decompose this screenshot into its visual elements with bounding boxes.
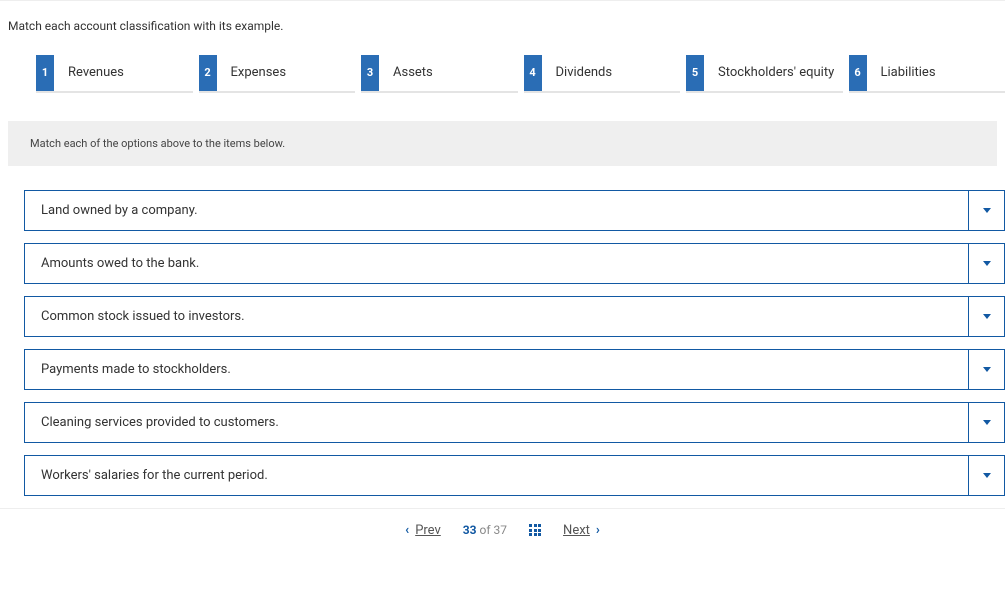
prev-button[interactable]: ‹ Prev <box>405 523 441 538</box>
item-text: Common stock issued to investors. <box>24 296 969 337</box>
item-text: Workers' salaries for the current period… <box>24 455 969 496</box>
next-button[interactable]: Next › <box>563 523 600 538</box>
match-item-row: Cleaning services provided to customers. <box>24 402 1005 443</box>
item-text: Payments made to stockholders. <box>24 349 969 390</box>
match-item-row: Amounts owed to the bank. <box>24 243 1005 284</box>
item-dropdown[interactable] <box>969 190 1005 231</box>
item-text: Cleaning services provided to customers. <box>24 402 969 443</box>
match-items: Land owned by a company. Amounts owed to… <box>0 190 1005 496</box>
option-liabilities[interactable]: 6 Liabilities <box>849 55 1005 93</box>
option-number: 5 <box>686 55 704 91</box>
item-text: Land owned by a company. <box>24 190 969 231</box>
chevron-right-icon: › <box>596 523 600 538</box>
item-dropdown[interactable] <box>969 243 1005 284</box>
option-number: 1 <box>36 55 54 91</box>
caret-down-icon <box>983 261 991 266</box>
option-label: Revenues <box>54 55 193 91</box>
caret-down-icon <box>983 208 991 213</box>
caret-down-icon <box>983 473 991 478</box>
option-number: 2 <box>199 55 217 91</box>
instruction-bar: Match each of the options above to the i… <box>8 121 997 166</box>
option-label: Stockholders' equity <box>704 55 843 91</box>
item-text: Amounts owed to the bank. <box>24 243 969 284</box>
option-assets[interactable]: 3 Assets <box>361 55 518 93</box>
total-pages: 37 <box>494 523 508 537</box>
caret-down-icon <box>983 420 991 425</box>
option-number: 6 <box>849 55 867 91</box>
option-revenues[interactable]: 1 Revenues <box>36 55 193 93</box>
options-row: 1 Revenues 2 Expenses 3 Assets 4 Dividen… <box>0 55 1005 121</box>
page-indicator: 33 of 37 <box>463 523 507 537</box>
option-expenses[interactable]: 2 Expenses <box>199 55 356 93</box>
caret-down-icon <box>983 367 991 372</box>
top-divider <box>0 0 1005 1</box>
question-prompt: Match each account classification with i… <box>0 19 1005 55</box>
match-item-row: Common stock issued to investors. <box>24 296 1005 337</box>
option-dividends[interactable]: 4 Dividends <box>524 55 681 93</box>
option-label: Assets <box>379 55 518 91</box>
footer-nav: ‹ Prev 33 of 37 Next › <box>0 508 1005 552</box>
item-dropdown[interactable] <box>969 402 1005 443</box>
item-dropdown[interactable] <box>969 455 1005 496</box>
match-item-row: Land owned by a company. <box>24 190 1005 231</box>
option-number: 3 <box>361 55 379 91</box>
item-dropdown[interactable] <box>969 296 1005 337</box>
item-dropdown[interactable] <box>969 349 1005 390</box>
caret-down-icon <box>983 314 991 319</box>
option-label: Expenses <box>217 55 356 91</box>
grid-icon[interactable] <box>529 524 541 536</box>
of-word: of <box>480 523 491 537</box>
match-item-row: Workers' salaries for the current period… <box>24 455 1005 496</box>
prev-label: Prev <box>415 523 441 538</box>
current-page: 33 <box>463 523 477 537</box>
option-label: Dividends <box>542 55 681 91</box>
match-item-row: Payments made to stockholders. <box>24 349 1005 390</box>
option-stockholders-equity[interactable]: 5 Stockholders' equity <box>686 55 843 93</box>
option-label: Liabilities <box>867 55 1005 91</box>
chevron-left-icon: ‹ <box>405 523 409 538</box>
next-label: Next <box>563 523 590 538</box>
option-number: 4 <box>524 55 542 91</box>
